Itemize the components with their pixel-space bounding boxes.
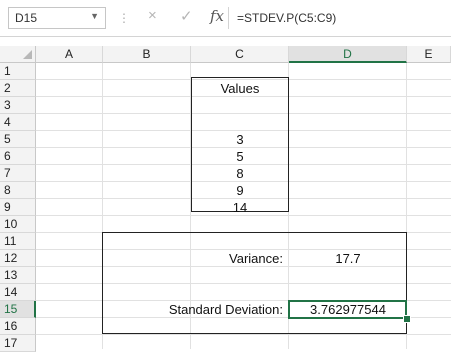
fill-handle[interactable] (403, 315, 411, 323)
row-header-13[interactable]: 13 (0, 267, 36, 284)
column-header-b[interactable]: B (103, 46, 191, 63)
formula-bar: D15 ▼ ⋮ × ✓ fx =STDEV.P(C5:C9) (0, 0, 451, 37)
cancel-icon[interactable]: × (148, 7, 157, 24)
cell-c15-stdev-label[interactable]: Standard Deviation: (103, 301, 289, 318)
row-header-11[interactable]: 11 (0, 233, 36, 250)
name-box[interactable]: D15 ▼ (8, 7, 106, 29)
row-header-7[interactable]: 7 (0, 165, 36, 182)
grip-dots-icon: ⋮ (118, 11, 130, 25)
row-header-12[interactable]: 12 (0, 250, 36, 267)
row-header-1[interactable]: 1 (0, 63, 36, 80)
cell-d12-variance-value[interactable]: 17.7 (289, 250, 407, 267)
row-header-17[interactable]: 17 (0, 335, 36, 352)
row-header-2[interactable]: 2 (0, 80, 36, 97)
row-header-8[interactable]: 8 (0, 182, 36, 199)
formula-input[interactable]: =STDEV.P(C5:C9) (228, 7, 451, 29)
cell-c9[interactable]: 14 (191, 199, 289, 216)
row-header-5[interactable]: 5 (0, 131, 36, 148)
cell-c8[interactable]: 9 (191, 182, 289, 199)
row-header-3[interactable]: 3 (0, 97, 36, 114)
row-header-9[interactable]: 9 (0, 199, 36, 216)
column-header-a[interactable]: A (36, 46, 103, 63)
row-header-14[interactable]: 14 (0, 284, 36, 301)
cell-c7[interactable]: 8 (191, 165, 289, 182)
column-header-c[interactable]: C (191, 46, 289, 63)
active-cell-border (288, 300, 407, 319)
chevron-down-icon[interactable]: ▼ (90, 11, 99, 21)
row-header-16[interactable]: 16 (0, 318, 36, 335)
cell-c2[interactable]: Values (191, 80, 289, 97)
row-header-15[interactable]: 15 (0, 301, 36, 318)
row-header-4[interactable]: 4 (0, 114, 36, 131)
column-header-d[interactable]: D (289, 46, 407, 63)
name-box-value: D15 (15, 11, 38, 25)
select-all-triangle-icon (23, 50, 32, 59)
formula-text: =STDEV.P(C5:C9) (237, 11, 337, 25)
insert-function-icon[interactable]: fx (210, 7, 224, 25)
cell-c5[interactable]: 3 (191, 131, 289, 148)
cell-c6[interactable]: 5 (191, 148, 289, 165)
gridline (36, 334, 451, 335)
select-all-button[interactable] (0, 46, 36, 63)
column-header-e[interactable]: E (407, 46, 451, 63)
row-header-10[interactable]: 10 (0, 216, 36, 233)
enter-check-icon[interactable]: ✓ (180, 7, 193, 25)
cell-c12-variance-label[interactable]: Variance: (103, 250, 289, 267)
row-header-6[interactable]: 6 (0, 148, 36, 165)
